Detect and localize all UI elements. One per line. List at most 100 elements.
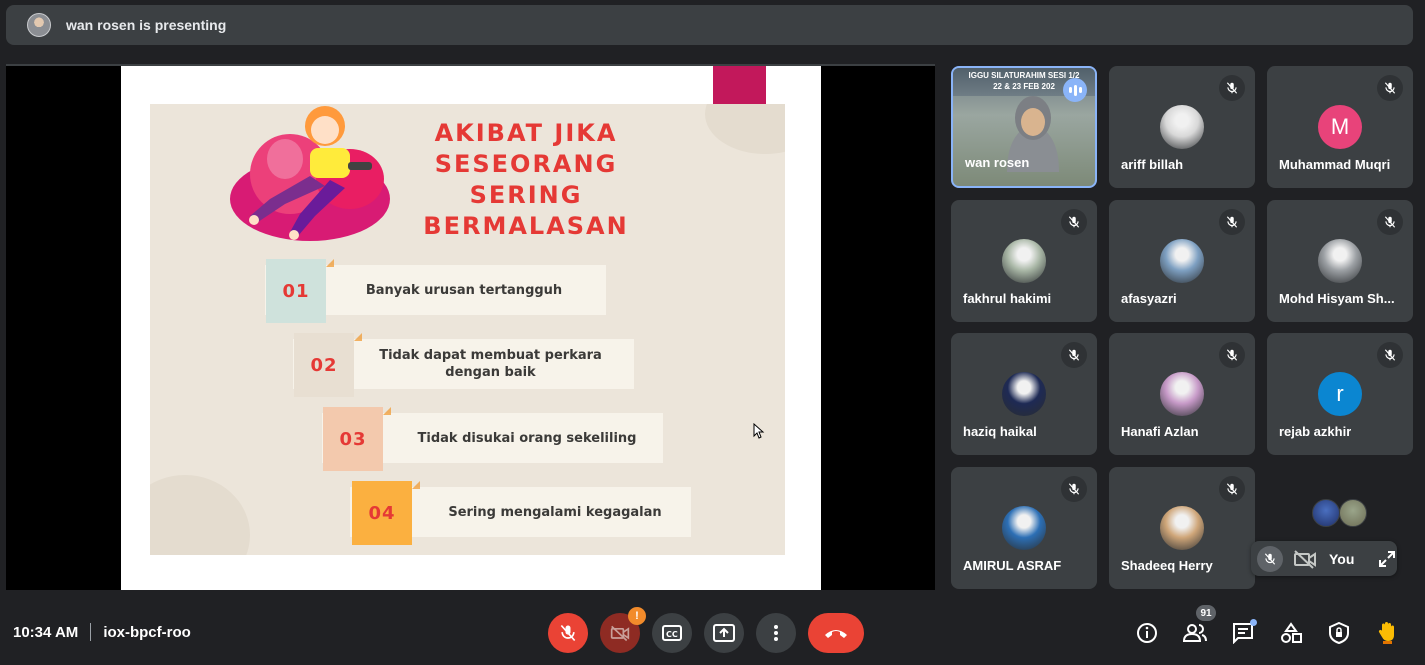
participant-name: Muhammad Muqri <box>1279 157 1391 172</box>
participant-count-badge: 91 <box>1196 605 1216 621</box>
svg-text:CC: CC <box>666 630 678 639</box>
participant-tile[interactable]: AMIRUL ASRAF <box>951 467 1097 589</box>
slide-decoration <box>150 475 250 555</box>
slide-title-line: SESEORANG <box>434 150 618 178</box>
more-options-button[interactable] <box>756 613 796 653</box>
avatar: r <box>1318 372 1362 416</box>
avatar: M <box>1318 105 1362 149</box>
clock-time: 10:34 AM <box>13 623 79 641</box>
participant-name: afasyazri <box>1121 291 1177 306</box>
slide-step: 03 Tidak disukai orang sekeliling <box>322 407 667 471</box>
self-avatars <box>1312 499 1367 527</box>
raise-hand-icon <box>1378 622 1394 644</box>
mic-off-icon <box>1061 476 1087 502</box>
avatar <box>1160 239 1204 283</box>
meeting-code: iox-bpcf-roo <box>103 623 191 641</box>
mic-off-icon <box>560 624 576 642</box>
participant-name: Shadeeq Herry <box>1121 558 1213 573</box>
activities-button[interactable] <box>1279 621 1303 645</box>
people-button[interactable] <box>1183 621 1207 645</box>
slide-title-line: SERING <box>469 181 583 209</box>
speaking-icon <box>1063 78 1087 102</box>
participant-tile[interactable]: ariff billah <box>1109 66 1255 188</box>
participant-tile[interactable]: r rejab azkhir <box>1267 333 1413 455</box>
mic-off-icon <box>1219 476 1245 502</box>
meeting-details-button[interactable] <box>1135 621 1159 645</box>
leave-call-button[interactable] <box>808 613 864 653</box>
camera-toggle-button[interactable]: ! <box>600 607 646 653</box>
slide-page: AKIBAT JIKA SESEORANG SERING BERMALASAN … <box>121 66 821 590</box>
present-icon <box>713 624 735 642</box>
step-number: 01 <box>266 259 326 323</box>
end-call-icon <box>825 630 847 638</box>
mic-toggle-button[interactable] <box>548 613 588 653</box>
mic-off-icon <box>1377 75 1403 101</box>
presentation-stage[interactable]: AKIBAT JIKA SESEORANG SERING BERMALASAN … <box>6 64 935 590</box>
slide-accent-bar <box>713 66 766 104</box>
mic-off-icon <box>1219 209 1245 235</box>
captions-icon: CC <box>662 625 682 641</box>
people-icon <box>1183 624 1207 642</box>
participant-name: Mohd Hisyam Sh... <box>1279 291 1395 306</box>
presenting-title: wan rosen is presenting <box>66 17 227 33</box>
mic-off-icon <box>1061 342 1087 368</box>
captions-button[interactable]: CC <box>652 613 692 653</box>
meeting-info: 10:34 AM iox-bpcf-roo <box>13 623 191 641</box>
divider <box>90 623 92 641</box>
self-label: You <box>1329 550 1355 567</box>
avatar <box>1002 372 1046 416</box>
step-text: Tidak disukai orang sekeliling <box>417 430 637 446</box>
presenter-tile[interactable]: IGGU SILATURAHIM SESI 1/2 22 & 23 FEB 20… <box>951 66 1097 188</box>
self-mic-off-icon[interactable] <box>1257 545 1283 572</box>
participant-tile[interactable]: afasyazri <box>1109 200 1255 322</box>
step-text: Sering mengalami kegagalan <box>448 504 662 520</box>
mic-off-icon <box>1377 342 1403 368</box>
step-number: 02 <box>294 333 354 397</box>
participant-tile[interactable]: haziq haikal <box>951 333 1097 455</box>
step-text: Banyak urusan tertangguh <box>365 282 563 298</box>
self-camera-off-icon[interactable] <box>1293 549 1317 569</box>
participant-tile[interactable]: Mohd Hisyam Sh... <box>1267 200 1413 322</box>
mic-off-icon <box>1219 75 1245 101</box>
present-button[interactable] <box>704 613 744 653</box>
mic-off-icon <box>1377 209 1403 235</box>
step-number: 03 <box>323 407 383 471</box>
camera-off-icon <box>610 625 630 642</box>
avatar <box>1160 506 1204 550</box>
slide-step: 02 Tidak dapat membuat perkara dengan ba… <box>293 333 638 397</box>
lazy-girl-illustration <box>230 106 390 241</box>
chat-unread-dot <box>1250 619 1257 626</box>
self-view-controls[interactable]: You <box>1251 541 1397 576</box>
avatar <box>1002 506 1046 550</box>
presenter-avatar <box>27 13 51 37</box>
slide-title-line: BERMALASAN <box>423 212 629 240</box>
participant-name: AMIRUL ASRAF <box>963 558 1062 573</box>
avatar <box>1339 499 1367 527</box>
host-controls-icon <box>1329 622 1349 644</box>
participant-name: Hanafi Azlan <box>1121 424 1199 439</box>
participant-name: rejab azkhir <box>1279 424 1352 439</box>
slide-decoration <box>705 104 785 154</box>
host-controls-button[interactable] <box>1327 621 1351 645</box>
participant-tile[interactable]: Hanafi Azlan <box>1109 333 1255 455</box>
step-text: Tidak dapat membuat perkara dengan baik <box>379 348 602 380</box>
expand-icon[interactable] <box>1378 550 1396 568</box>
more-options-icon <box>774 625 778 641</box>
slide-content: AKIBAT JIKA SESEORANG SERING BERMALASAN … <box>150 104 785 555</box>
mic-off-icon <box>1061 209 1087 235</box>
participant-name: ariff billah <box>1121 157 1184 172</box>
raise-hand-button[interactable] <box>1375 621 1399 645</box>
avatar <box>1318 239 1362 283</box>
participant-tile[interactable]: Shadeeq Herry <box>1109 467 1255 589</box>
participant-tile[interactable]: fakhrul hakimi <box>951 200 1097 322</box>
participant-tile[interactable]: M Muhammad Muqri <box>1267 66 1413 188</box>
avatar <box>1160 372 1204 416</box>
slide-title-line: AKIBAT JIKA <box>434 119 618 147</box>
avatar <box>1002 239 1046 283</box>
info-icon <box>1137 623 1157 643</box>
step-number: 04 <box>352 481 412 545</box>
slide-title: AKIBAT JIKA SESEORANG SERING BERMALASAN <box>386 118 666 242</box>
activities-icon <box>1281 622 1302 643</box>
mouse-cursor-icon <box>753 423 765 439</box>
slide-step: 01 Banyak urusan tertangguh <box>265 259 610 323</box>
